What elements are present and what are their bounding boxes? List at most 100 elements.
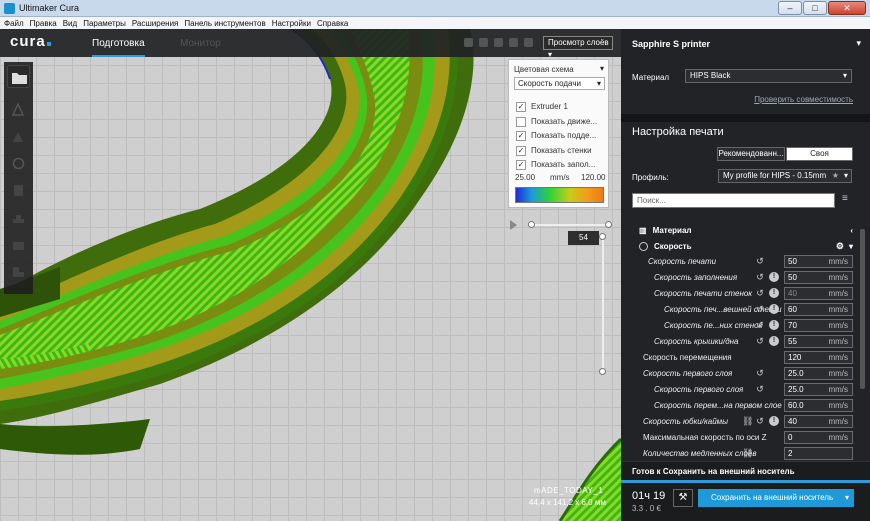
setting-value-field[interactable]: 2 [784, 447, 853, 460]
recommended-mode-button[interactable]: Рекомендованн... [717, 147, 785, 161]
collapse-chevron-icon[interactable]: ▾ [600, 64, 604, 73]
setting-label: Скорость первого слоя [654, 385, 744, 394]
reset-icon[interactable]: ↺ [755, 304, 765, 314]
scale-tool-button[interactable] [7, 125, 30, 148]
reset-icon[interactable]: ↺ [755, 416, 765, 426]
open-file-button[interactable] [7, 65, 30, 88]
setting-value-field[interactable]: 60.0 mm/s [784, 399, 853, 412]
chevron-down-icon[interactable]: ▾ [845, 489, 849, 507]
minimize-button[interactable]: – [778, 1, 802, 15]
info-icon[interactable]: ! [769, 304, 779, 314]
reset-icon[interactable]: ↺ [755, 272, 765, 282]
view-top-icon[interactable] [494, 38, 503, 47]
setting-value-field[interactable]: 25.0 mm/s [784, 383, 853, 396]
settings-scrollbar[interactable] [860, 229, 865, 389]
setting-value-field[interactable]: 50 mm/s [784, 271, 853, 284]
info-icon[interactable]: ! [769, 272, 779, 282]
option-show-infill[interactable]: ✓ Показать запол... [516, 158, 595, 171]
reset-icon[interactable]: ↺ [755, 320, 765, 330]
move-tool-button[interactable] [7, 98, 30, 121]
mirror-tool-button[interactable] [7, 179, 30, 202]
setting-value-field[interactable]: 40 mm/s [784, 415, 853, 428]
link-icon[interactable]: ⛓ [742, 416, 753, 427]
path-slider-start-handle[interactable] [528, 221, 535, 228]
color-scheme-select[interactable]: Скорость подачи ▾ [514, 77, 605, 90]
layer-slider-top-handle[interactable] [599, 233, 606, 240]
reset-icon[interactable]: ↺ [755, 288, 765, 298]
rotate-tool-button[interactable] [7, 152, 30, 175]
maximize-button[interactable]: □ [803, 1, 827, 15]
check-compatibility-link[interactable]: Проверить совместимость [754, 95, 853, 104]
setting-value-field[interactable]: 50 mm/s [784, 255, 853, 268]
reset-icon[interactable]: ↺ [755, 384, 765, 394]
material-select[interactable]: HIPS Black ▾ [685, 69, 852, 83]
setting-value-field[interactable]: 25.0 mm/s [784, 367, 853, 380]
menu-view[interactable]: Вид [63, 19, 77, 28]
close-button[interactable]: ✕ [828, 1, 866, 15]
view-3d-icon[interactable] [464, 38, 473, 47]
layout-tool-button[interactable] [7, 260, 30, 283]
per-model-settings-button[interactable] [7, 206, 30, 229]
save-to-removable-button[interactable]: Сохранить на внешний носитель ▾ [698, 489, 854, 507]
setting-value-field[interactable]: 0 mm/s [784, 431, 853, 444]
menu-file[interactable]: Файл [4, 19, 24, 28]
path-slider[interactable] [532, 224, 609, 226]
info-icon[interactable]: ! [769, 416, 779, 426]
info-icon[interactable]: ! [769, 336, 779, 346]
view-left-icon[interactable] [509, 38, 518, 47]
info-icon[interactable]: ! [769, 320, 779, 330]
checkbox-checked-icon[interactable]: ✓ [516, 159, 526, 170]
setting-value-field[interactable]: 70 mm/s [784, 319, 853, 332]
view-front-icon[interactable] [479, 38, 488, 47]
menu-toolbar[interactable]: Панель инструментов [184, 19, 265, 28]
option-show-support[interactable]: ✓ Показать подде... [516, 129, 596, 142]
chevron-down-icon[interactable]: ▾ [856, 38, 861, 49]
menu-settings[interactable]: Настройки [272, 19, 311, 28]
reset-icon[interactable]: ↺ [755, 336, 765, 346]
checkbox-checked-icon[interactable]: ✓ [516, 130, 526, 141]
window-title: Ultimaker Cura [19, 3, 80, 13]
category-material[interactable]: ▥ Материал ‹ [639, 223, 859, 237]
menu-edit[interactable]: Правка [30, 19, 57, 28]
setting-value-field[interactable]: 60 mm/s [784, 303, 853, 316]
checkbox-checked-icon[interactable]: ✓ [516, 101, 526, 112]
settings-visibility-menu-icon[interactable]: ≡ [842, 193, 848, 204]
star-icon[interactable]: ★ [832, 170, 839, 182]
category-label: Скорость [654, 241, 692, 251]
checkbox-unchecked-icon[interactable] [516, 116, 526, 127]
layer-slider-bottom-handle[interactable] [599, 368, 606, 375]
play-simulation-icon[interactable] [510, 220, 517, 230]
tab-monitor[interactable]: Монитор [180, 38, 221, 49]
option-show-travels[interactable]: Показать движе... [516, 115, 597, 128]
menu-help[interactable]: Справка [317, 19, 348, 28]
checkbox-checked-icon[interactable]: ✓ [516, 145, 526, 156]
color-scheme-title: Цветовая схема [514, 65, 574, 74]
link-icon[interactable]: ⛓ [742, 448, 753, 459]
view-right-icon[interactable] [524, 38, 533, 47]
menu-extensions[interactable]: Расширения [132, 19, 179, 28]
category-speed[interactable]: Скорость ⚙ ▾ [639, 239, 859, 253]
setting-value-field[interactable]: 40 mm/s [784, 287, 853, 300]
gear-icon[interactable]: ⚙ [836, 241, 844, 252]
option-extruder-1[interactable]: ✓ Extruder 1 [516, 100, 568, 113]
settings-search-input[interactable]: Поиск... [632, 193, 835, 208]
setting-value-field[interactable]: 55 mm/s [784, 335, 853, 348]
info-icon[interactable]: ! [769, 288, 779, 298]
profile-value: My profile for HIPS - 0.15mm [723, 171, 827, 180]
print-info-button[interactable]: ⚒ [673, 489, 693, 507]
move-icon [11, 102, 25, 116]
view-mode-select[interactable]: Просмотр слоёв ▾ [543, 36, 613, 59]
setting-value-field[interactable]: 120 mm/s [784, 351, 853, 364]
current-layer-number[interactable]: 54 [568, 231, 599, 245]
support-blocker-button[interactable] [7, 233, 30, 256]
reset-icon[interactable]: ↺ [755, 368, 765, 378]
layer-slider[interactable] [602, 236, 604, 373]
custom-mode-button[interactable]: Своя [786, 147, 853, 161]
printer-selector[interactable]: Sapphire S printer [632, 39, 710, 49]
option-show-walls[interactable]: ✓ Показать стенки [516, 144, 592, 157]
menu-preferences[interactable]: Параметры [83, 19, 126, 28]
reset-icon[interactable]: ↺ [755, 256, 765, 266]
path-slider-end-handle[interactable] [605, 221, 612, 228]
tab-prepare[interactable]: Подготовка [92, 38, 145, 57]
profile-select[interactable]: My profile for HIPS - 0.15mm ★ ▾ [718, 169, 852, 183]
